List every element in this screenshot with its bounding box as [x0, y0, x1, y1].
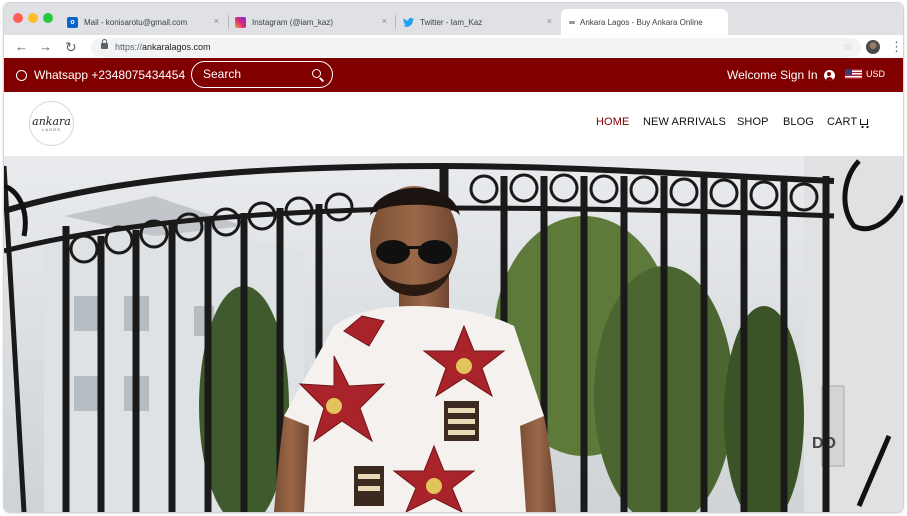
tab-ankara-lagos[interactable]: Ankara Lagos - Buy Ankara Online: [561, 9, 728, 35]
whatsapp-number: Whatsapp +2348075434454: [34, 68, 186, 82]
nav-blog[interactable]: BLOG: [783, 116, 814, 128]
site-logo[interactable]: ankara LAGOS: [29, 101, 74, 146]
currency-selector[interactable]: USD: [845, 69, 885, 79]
nav-new-arrivals[interactable]: NEW ARRIVALS: [643, 116, 726, 128]
search-icon[interactable]: [312, 69, 321, 78]
nav-home[interactable]: HOME: [596, 116, 629, 128]
sign-in-link[interactable]: Welcome Sign In: [727, 68, 835, 82]
reload-button[interactable]: ↻: [65, 39, 77, 55]
search-input[interactable]: [203, 67, 303, 81]
logo-text: ankara: [32, 114, 71, 128]
whatsapp-icon: [16, 69, 27, 81]
tab-twitter[interactable]: Twitter - Iam_Kaz ×: [395, 9, 560, 35]
cart-label: CART: [827, 116, 858, 128]
maximize-window-button[interactable]: [43, 13, 53, 23]
profile-avatar[interactable]: [866, 40, 880, 54]
url-scheme: https://: [115, 42, 143, 52]
lock-icon: [101, 39, 108, 49]
site-favicon-icon: [569, 20, 575, 24]
site-topbar: Whatsapp +2348075434454 Welcome Sign In …: [4, 58, 903, 92]
close-window-button[interactable]: [13, 13, 23, 23]
twitter-icon: [403, 17, 414, 28]
browser-toolbar: ← → ↻ https://ankaralagos.com ☆ ⋮: [4, 35, 903, 60]
nav-shop[interactable]: SHOP: [737, 116, 769, 128]
tab-mail[interactable]: o Mail - konisarotu@gmail.com ×: [59, 9, 227, 35]
currency-label: USD: [866, 69, 886, 79]
tab-label: Twitter - Iam_Kaz: [420, 17, 483, 27]
nav-cart[interactable]: CART: [827, 116, 870, 128]
url-text[interactable]: https://ankaralagos.com: [115, 42, 211, 52]
tab-instagram[interactable]: Instagram (@iam_kaz) ×: [227, 9, 395, 35]
back-button[interactable]: ←: [15, 39, 28, 55]
instagram-icon: [235, 16, 246, 28]
tab-strip: o Mail - konisarotu@gmail.com × Instagra…: [4, 3, 903, 35]
cart-icon: [860, 119, 870, 128]
tab-label: Mail - konisarotu@gmail.com: [84, 17, 188, 27]
close-tab-icon[interactable]: ×: [547, 16, 552, 26]
site-navbar: ankara LAGOS HOME NEW ARRIVALS SHOP BLOG…: [4, 92, 903, 156]
tab-label: Ankara Lagos - Buy Ankara Online: [580, 17, 703, 27]
minimize-window-button[interactable]: [28, 13, 38, 23]
us-flag-icon: [845, 69, 862, 79]
outlook-icon: o: [67, 16, 78, 28]
tab-label: Instagram (@iam_kaz): [252, 17, 334, 27]
logo-subtext: LAGOS: [42, 126, 61, 132]
forward-button[interactable]: →: [39, 39, 52, 55]
hero-banner[interactable]: DO: [4, 156, 903, 512]
whatsapp-contact[interactable]: Whatsapp +2348075434454: [16, 68, 185, 82]
search-box: [191, 61, 333, 88]
hero-image: DO: [4, 156, 903, 512]
welcome-sign-in-text: Welcome Sign In: [727, 68, 818, 82]
bookmark-star-icon[interactable]: ☆: [843, 40, 853, 53]
close-tab-icon[interactable]: ×: [382, 16, 387, 26]
user-icon: [823, 69, 835, 81]
address-bar[interactable]: https://ankaralagos.com ☆: [91, 38, 861, 57]
browser-window: o Mail - konisarotu@gmail.com × Instagra…: [4, 3, 903, 512]
close-tab-icon[interactable]: ×: [214, 16, 219, 26]
browser-menu-icon[interactable]: ⋮: [890, 39, 903, 55]
url-host: ankaralagos.com: [142, 42, 211, 52]
